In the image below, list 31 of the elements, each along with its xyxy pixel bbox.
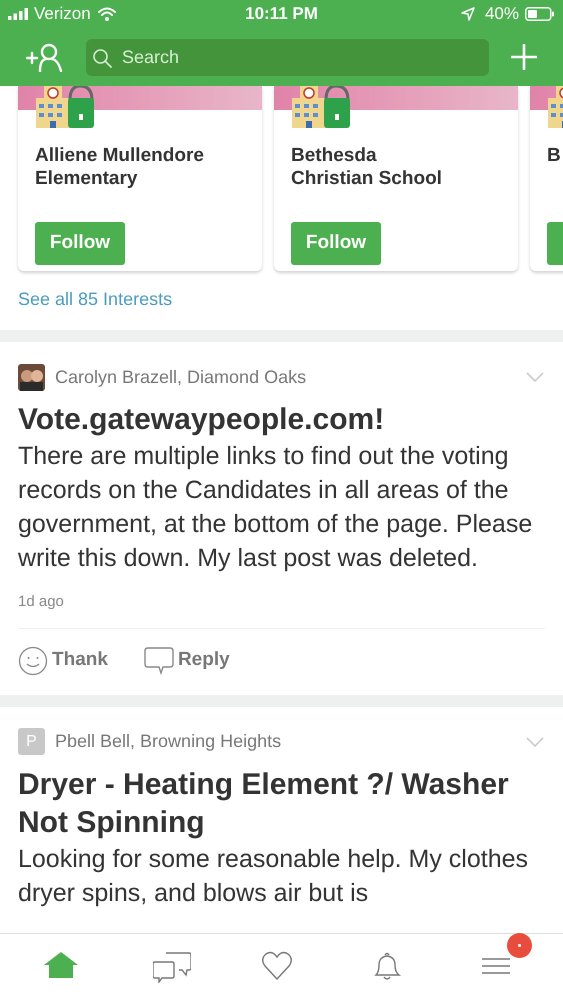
signal-icon: [8, 8, 30, 20]
speech-bubble-icon: [144, 646, 174, 674]
thank-button[interactable]: Thank: [18, 646, 108, 676]
follow-button[interactable]: Follow: [291, 222, 381, 265]
search-icon: [92, 48, 112, 68]
interest-name: Alliene Mullendore Elementary: [34, 144, 205, 191]
carrier-name: Verizon: [34, 3, 91, 26]
post-body: There are multiple links to find out the voting records on the Candidates in all areas of the government, at the bottom of the page. Please write this down. My last post was deleted.: [18, 441, 534, 574]
chevron-down-icon[interactable]: [526, 736, 544, 746]
chevron-down-icon[interactable]: [526, 372, 544, 382]
status-time: 10:11 PM: [245, 4, 318, 24]
battery-percent: 40%: [484, 3, 519, 26]
plus-icon[interactable]: [511, 44, 537, 70]
reply-button[interactable]: Reply: [144, 646, 230, 675]
post-author: Carolyn Brazell, Diamond Oaks: [55, 366, 306, 389]
post-body: Looking for some reasonable help. My clothes dryer spins, and blows air but is: [18, 844, 530, 908]
follow-button[interactable]: Follow: [35, 222, 125, 265]
interest-name: Bethesda Christian School: [290, 144, 443, 191]
smiley-icon: [18, 646, 48, 676]
search-field[interactable]: Search: [86, 38, 489, 76]
location-icon: [460, 7, 475, 21]
battery-icon: [525, 7, 555, 21]
post-author: Pbell Bell, Browning Heights: [55, 730, 282, 753]
add-person-icon[interactable]: [26, 42, 64, 72]
post-time: 1d ago: [18, 592, 65, 612]
interest-name: B: [546, 144, 562, 168]
post-title: Dryer - Heating Element ?/ Washer Not Spinning: [18, 766, 510, 840]
see-all-link[interactable]: See all 85 Interests: [18, 286, 172, 313]
post-title: Vote.gatewaypeople.com!: [18, 402, 386, 438]
wifi-icon: [96, 7, 117, 21]
chat-icon[interactable]: [153, 951, 192, 983]
